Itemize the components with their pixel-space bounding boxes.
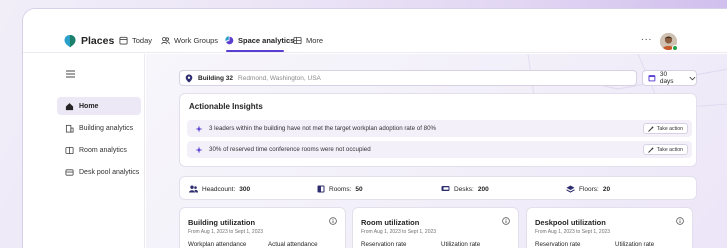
take-action-label: Take action xyxy=(656,125,683,132)
stat-value: 50 xyxy=(355,185,363,193)
stat-label: Headcount: xyxy=(202,185,236,193)
hamburger-menu-icon[interactable] xyxy=(66,70,75,78)
chevron-down-icon xyxy=(689,76,696,80)
sidebar-item-desk-pool-analytics[interactable]: Desk pool analytics xyxy=(57,163,141,181)
building-name: Building 32 xyxy=(198,74,234,82)
pie-chart-icon xyxy=(225,36,234,45)
nav-more-label: More xyxy=(306,36,324,45)
nav-today-label: Today xyxy=(132,36,153,45)
nav-work-groups[interactable]: Work Groups xyxy=(161,36,218,45)
places-logo-icon xyxy=(64,35,76,48)
stat-value: 300 xyxy=(239,185,251,193)
card-title: Building utilization xyxy=(188,218,256,227)
stat-value: 20 xyxy=(602,185,611,193)
card-column-label: Reservation rate xyxy=(535,241,581,248)
building-utilization-card[interactable]: Building utilization From Aug 1, 2023 to… xyxy=(179,207,346,248)
stat-label: Desks: xyxy=(454,185,474,193)
insight-text: 3 leaders within the building have not m… xyxy=(209,125,437,132)
sidebar-item-label: Desk pool analytics xyxy=(79,168,140,176)
magic-wand-icon xyxy=(647,146,654,153)
sidebar: Home Building analytics Room analytics D… xyxy=(23,54,145,248)
active-tab-indicator xyxy=(226,50,284,52)
sidebar-item-label: Home xyxy=(79,102,99,110)
stat-label: Floors: xyxy=(579,185,599,193)
stat-floors: Floors: 20 xyxy=(566,185,610,193)
sidebar-item-room-analytics[interactable]: Room analytics xyxy=(57,141,141,159)
room-utilization-card[interactable]: Room utilization From Aug 1, 2023 to Sep… xyxy=(352,207,519,248)
sparkle-icon xyxy=(195,125,203,132)
room-icon xyxy=(65,146,74,154)
building-icon xyxy=(65,124,74,133)
desk-icon xyxy=(441,186,450,191)
top-bar: Places Today Work Groups Space analytics… xyxy=(23,9,727,53)
sidebar-item-label: Room analytics xyxy=(79,146,127,154)
insight-row: 30% of reserved time conference rooms we… xyxy=(187,141,692,158)
building-selector[interactable]: Building 32 Redmond, Washington, USA xyxy=(179,70,637,86)
nav-space-analytics-label: Space analytics xyxy=(238,36,295,45)
layers-icon xyxy=(566,185,575,193)
take-action-label: Take action xyxy=(656,146,683,153)
card-column-label: Utilization rate xyxy=(441,241,481,248)
sidebar-item-building-analytics[interactable]: Building analytics xyxy=(57,119,141,137)
card-subtitle: From Aug 1, 2023 to Sept 1, 2023 xyxy=(188,229,264,235)
calendar-icon xyxy=(648,75,656,82)
deskpool-utilization-card[interactable]: Deskpool utilization From Aug 1, 2023 to… xyxy=(526,207,693,248)
building-location: Redmond, Washington, USA xyxy=(238,74,321,82)
info-icon[interactable] xyxy=(502,217,510,225)
nav-today[interactable]: Today xyxy=(119,36,152,45)
nav-work-groups-label: Work Groups xyxy=(174,36,219,45)
nav-space-analytics[interactable]: Space analytics xyxy=(225,36,294,45)
stat-headcount: Headcount: 300 xyxy=(189,185,250,193)
card-column-label: Actual attendance xyxy=(268,241,318,248)
main-content: Building 32 Redmond, Washington, USA 30 … xyxy=(146,54,727,248)
card-column-label: Workplan attendance xyxy=(188,241,247,248)
card-title: Deskpool utilization xyxy=(535,218,606,227)
info-icon[interactable] xyxy=(676,217,684,225)
grid-icon xyxy=(293,36,302,45)
card-title: Room utilization xyxy=(361,218,420,227)
home-icon xyxy=(65,102,74,110)
card-column-label: Reservation rate xyxy=(361,241,407,248)
date-range-label: 30 days xyxy=(659,71,674,85)
nav-more[interactable]: More xyxy=(293,36,323,45)
take-action-button[interactable]: Take action xyxy=(642,123,688,134)
app-window: Places Today Work Groups Space analytics… xyxy=(22,8,727,248)
date-range-dropdown[interactable]: 30 days xyxy=(642,70,697,86)
app-title: Places xyxy=(81,35,115,47)
insight-row: 3 leaders within the building have not m… xyxy=(187,120,692,137)
people-icon xyxy=(189,185,198,193)
actionable-insights-card: Actionable Insights 3 leaders within the… xyxy=(179,93,697,167)
insight-text: 30% of reserved time conference rooms we… xyxy=(209,146,371,153)
sidebar-item-home[interactable]: Home xyxy=(57,97,141,115)
people-icon xyxy=(161,37,170,45)
sparkle-icon xyxy=(195,146,203,153)
presence-status-icon xyxy=(672,45,678,51)
info-icon[interactable] xyxy=(329,217,337,225)
stat-label: Rooms: xyxy=(329,185,352,193)
more-options-button[interactable]: ... xyxy=(641,32,652,43)
location-pin-icon xyxy=(185,74,193,83)
stat-desks: Desks: 200 xyxy=(441,185,489,193)
take-action-button[interactable]: Take action xyxy=(642,144,688,155)
magic-wand-icon xyxy=(647,125,654,132)
card-column-label: Utilization rate xyxy=(615,241,655,248)
sidebar-item-label: Building analytics xyxy=(79,124,134,132)
card-subtitle: From Aug 1, 2023 to Sept 1, 2023 xyxy=(361,229,437,235)
insights-title: Actionable Insights xyxy=(189,102,263,111)
stat-rooms: Rooms: 50 xyxy=(317,185,363,193)
card-subtitle: From Aug 1, 2023 to Sept 1, 2023 xyxy=(535,229,611,235)
calendar-icon xyxy=(119,36,128,45)
desk-icon xyxy=(65,168,74,176)
building-stats-bar: Headcount: 300 Rooms: 50 Desks: 200 Floors:… xyxy=(179,176,697,200)
room-icon xyxy=(317,185,325,193)
stat-value: 200 xyxy=(477,185,489,193)
